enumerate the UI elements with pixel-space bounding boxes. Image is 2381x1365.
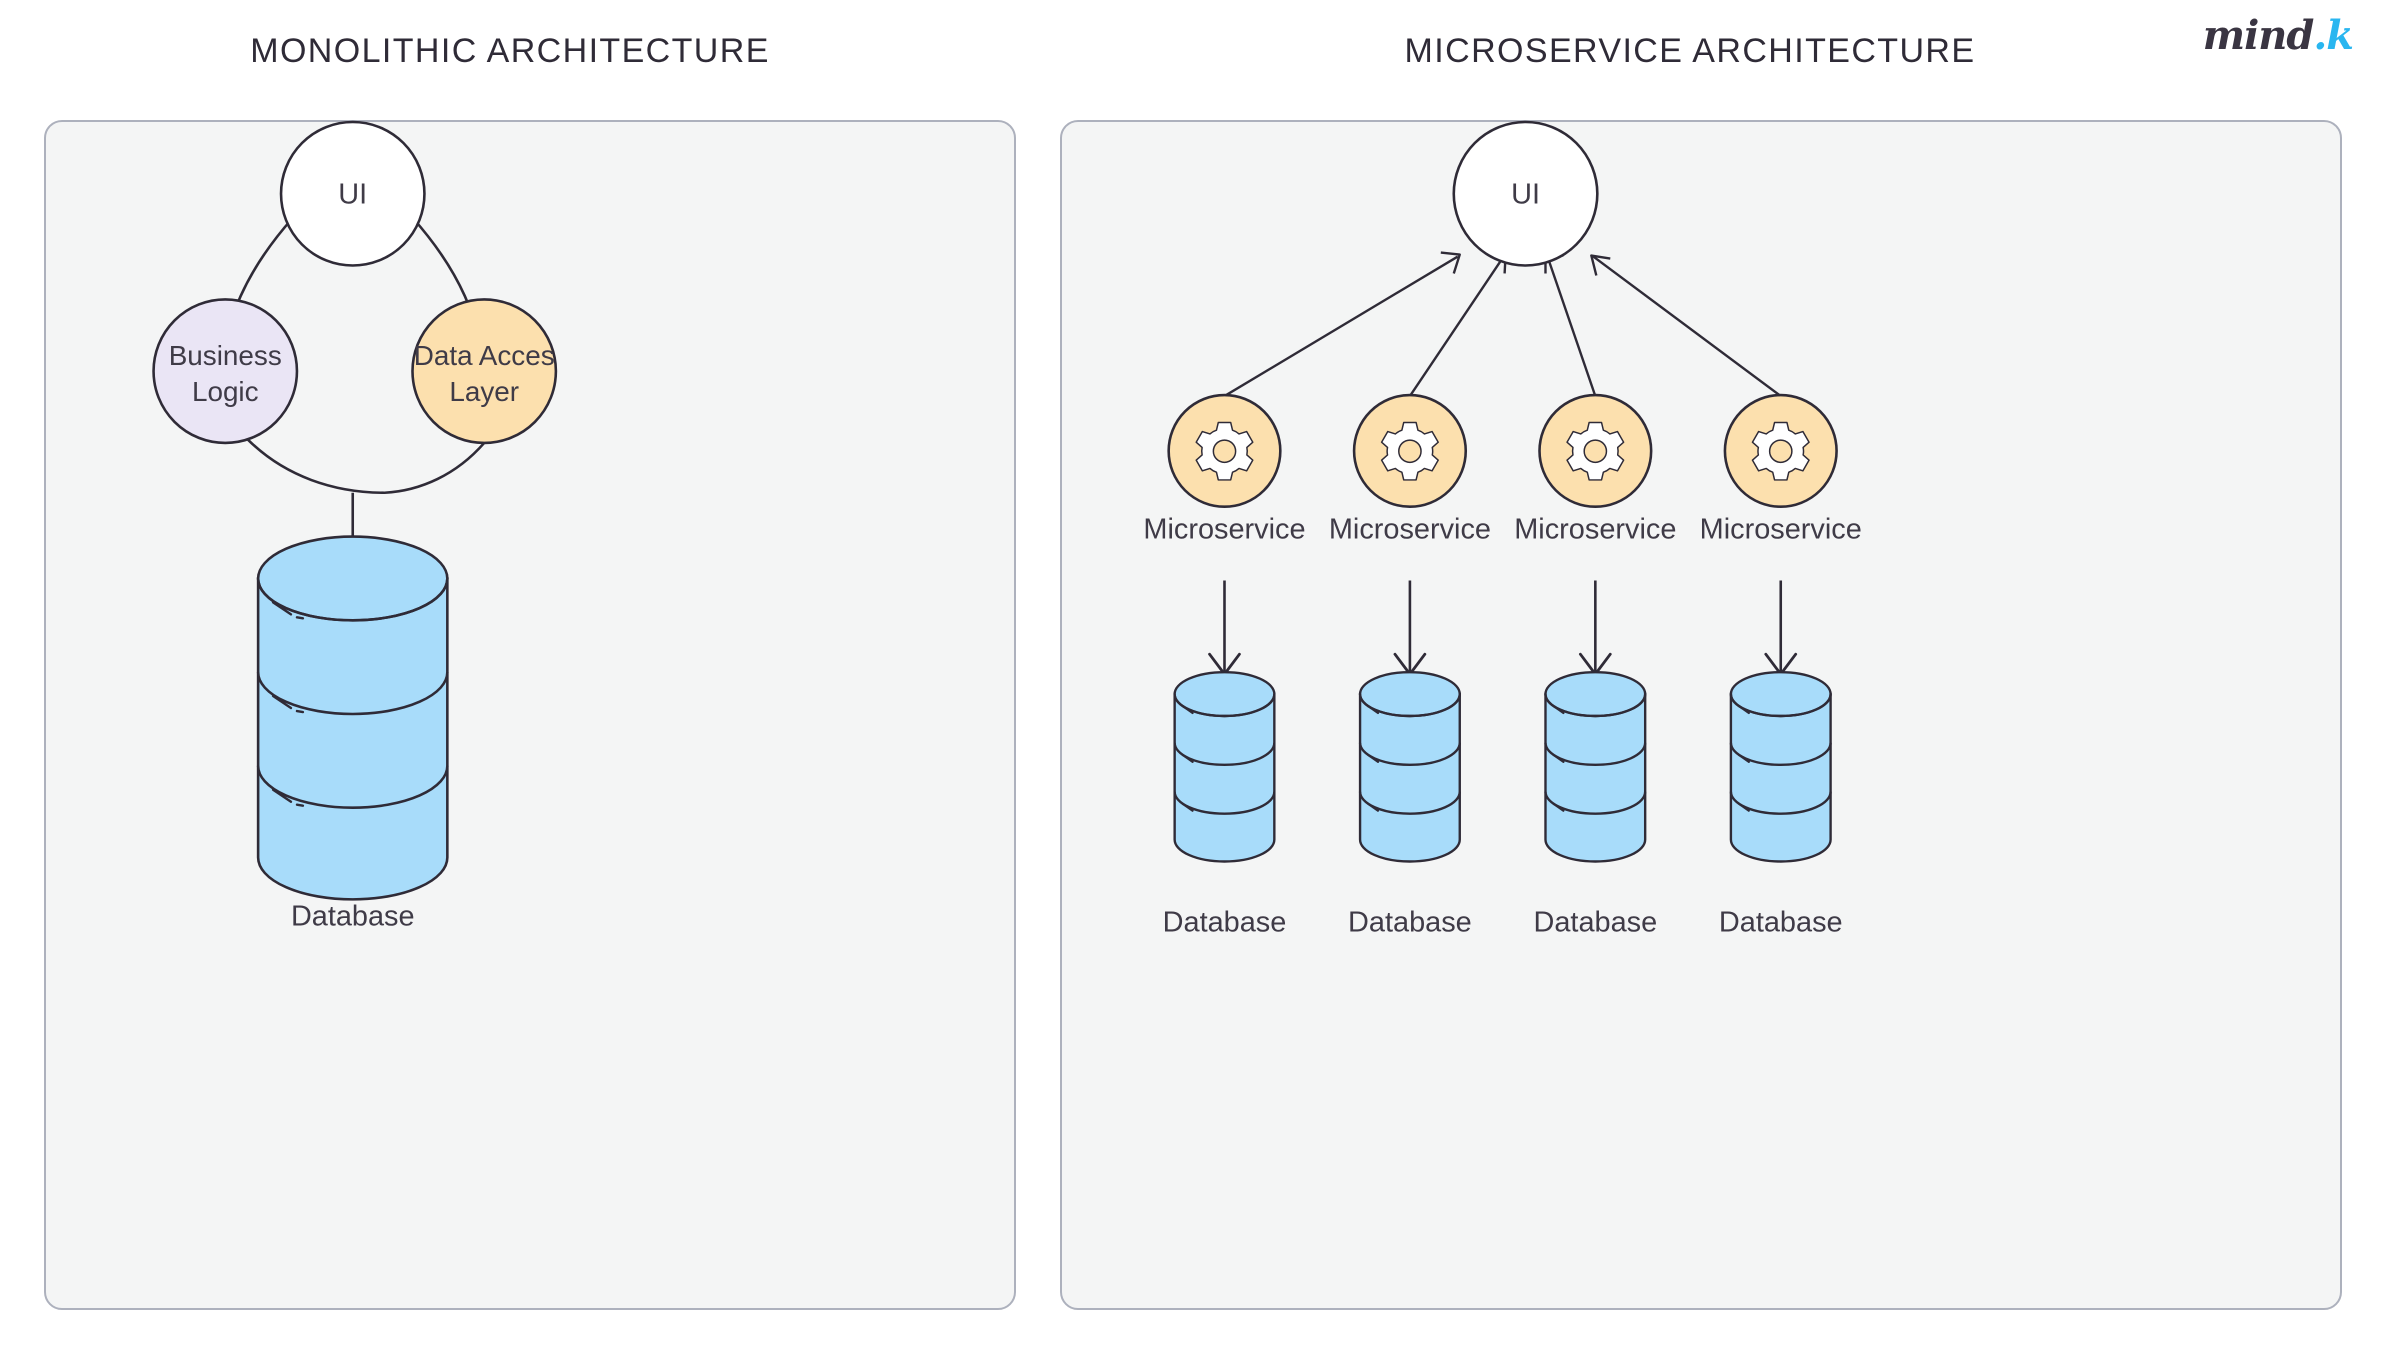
node-database-3[interactable] bbox=[1544, 670, 1647, 863]
database-tick-1b bbox=[295, 616, 305, 620]
node-data-access-layer[interactable]: Data Acces Layer bbox=[411, 298, 558, 445]
microservice-to-ui-edges bbox=[1223, 251, 1782, 398]
business-logic-label-line1: Business bbox=[169, 340, 282, 371]
database-body bbox=[256, 577, 449, 901]
node-microservice-1[interactable] bbox=[1167, 393, 1282, 508]
node-database-4[interactable] bbox=[1729, 670, 1832, 863]
database-tick-2b bbox=[295, 709, 305, 714]
business-logic-label-line2: Logic bbox=[192, 376, 259, 407]
data-access-label-line1: Data Acces bbox=[414, 340, 555, 371]
microservice-label: Microservice bbox=[1514, 514, 1676, 546]
edge-service-4-to-ui bbox=[1592, 255, 1782, 398]
monolith-title: MONOLITHIC ARCHITECTURE bbox=[250, 32, 770, 70]
ui-label: UI bbox=[338, 179, 367, 211]
diagram-canvas: mind.k MONOLITHIC ARCHITECTURE MICROSERV… bbox=[0, 0, 2381, 1365]
ui-label: UI bbox=[1511, 179, 1540, 211]
database-body bbox=[1729, 692, 1832, 863]
node-database[interactable] bbox=[256, 535, 449, 901]
edge-service-3-to-ui bbox=[1546, 256, 1597, 397]
node-microservice-2[interactable] bbox=[1352, 393, 1468, 508]
node-database-2[interactable] bbox=[1358, 670, 1461, 863]
monolith-graph: UI Business Logic Data Acces Layer Datab… bbox=[152, 120, 558, 932]
node-database-1[interactable] bbox=[1173, 670, 1276, 863]
microservice-title: MICROSERVICE ARCHITECTURE bbox=[1404, 32, 1976, 70]
microservice-label: Microservice bbox=[1143, 514, 1305, 546]
monolith-panel: UI Business Logic Data Acces Layer Datab… bbox=[44, 120, 1016, 1310]
node-business-logic[interactable]: Business Logic bbox=[152, 298, 299, 445]
database-caption: Database bbox=[1163, 906, 1287, 938]
database-body bbox=[1173, 692, 1276, 863]
microservice-graph: UI Microservice Database Microservice Da… bbox=[1143, 120, 1862, 938]
database-caption: Database bbox=[1719, 906, 1843, 938]
node-microservice-3[interactable] bbox=[1538, 393, 1653, 508]
microservice-panel: UI Microservice Database Microservice Da… bbox=[1060, 120, 2342, 1310]
node-microservice-4[interactable] bbox=[1723, 393, 1838, 508]
service-column-3: Microservice Database bbox=[1514, 393, 1676, 938]
microservice-label: Microservice bbox=[1329, 514, 1491, 546]
microservice-label: Microservice bbox=[1700, 514, 1862, 546]
database-body bbox=[1544, 692, 1647, 863]
data-access-label-line2: Layer bbox=[449, 376, 519, 407]
database-tick-3b bbox=[295, 803, 305, 807]
database-caption: Database bbox=[1348, 906, 1472, 938]
service-column-1: Microservice Database bbox=[1143, 393, 1306, 938]
service-column-4: Microservice Database bbox=[1700, 393, 1862, 938]
database-caption: Database bbox=[1533, 906, 1657, 938]
edge-business-logic-to-data-access bbox=[246, 438, 486, 495]
node-ui[interactable]: UI bbox=[279, 120, 426, 267]
database-body bbox=[1358, 692, 1461, 863]
database-caption: Database bbox=[291, 900, 415, 932]
node-ui[interactable]: UI bbox=[1452, 120, 1599, 267]
service-column-2: Microservice Database bbox=[1329, 393, 1491, 938]
